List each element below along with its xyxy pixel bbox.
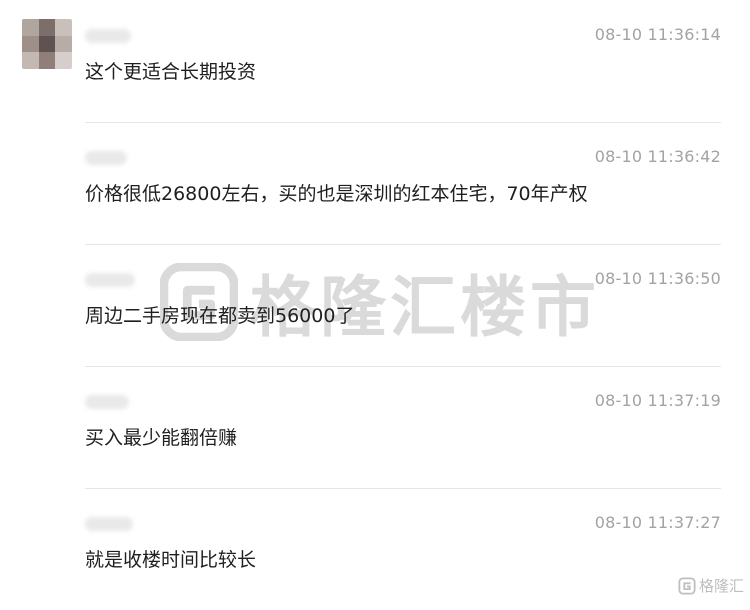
avatar[interactable]	[22, 19, 72, 69]
corner-watermark-text: 格隆汇	[698, 577, 744, 595]
comment-timestamp: 08-10 11:36:14	[594, 25, 721, 44]
comment-item: 08-10 11:37:27 就是收楼时间比较长	[0, 488, 750, 610]
username-blurred[interactable]	[85, 395, 129, 409]
comment-feed: 08-10 11:36:14 这个更适合长期投资 08-10 11:36:42 …	[0, 0, 750, 604]
username-blurred[interactable]	[85, 29, 131, 43]
username-blurred[interactable]	[85, 517, 133, 531]
gelonghui-logo-icon	[678, 576, 696, 595]
comment-text: 就是收楼时间比较长	[85, 549, 257, 571]
comment-item: 08-10 11:36:14 这个更适合长期投资	[0, 0, 750, 122]
comment-timestamp: 08-10 11:37:27	[594, 513, 721, 532]
comment-text: 价格很低26800左右，买的也是深圳的红本住宅，70年产权	[85, 183, 588, 205]
username-blurred[interactable]	[85, 273, 135, 287]
comment-item: 08-10 11:37:19 买入最少能翻倍赚	[0, 366, 750, 488]
comment-timestamp: 08-10 11:36:42	[594, 147, 721, 166]
corner-watermark: 格隆汇	[678, 575, 744, 596]
comment-text: 周边二手房现在都卖到56000了	[85, 305, 355, 327]
comment-text: 买入最少能翻倍赚	[85, 427, 238, 449]
comment-timestamp: 08-10 11:37:19	[594, 391, 721, 410]
username-blurred[interactable]	[85, 151, 127, 165]
comment-timestamp: 08-10 11:36:50	[594, 269, 721, 288]
comment-item: 08-10 11:36:42 价格很低26800左右，买的也是深圳的红本住宅，7…	[0, 122, 750, 244]
comment-item: 08-10 11:36:50 周边二手房现在都卖到56000了	[0, 244, 750, 366]
comment-text: 这个更适合长期投资	[85, 61, 257, 83]
